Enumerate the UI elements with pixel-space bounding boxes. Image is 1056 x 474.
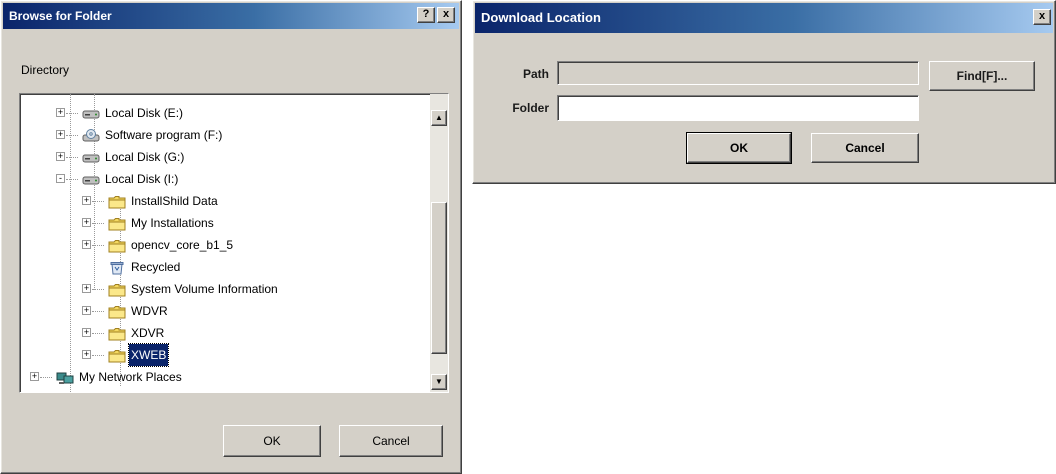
tree-connector [40, 377, 52, 378]
tree-connector [92, 223, 104, 224]
tree-connector [92, 289, 104, 290]
scrollbar-thumb[interactable] [431, 202, 447, 354]
tree-node-label: Software program (F:) [105, 128, 223, 142]
find-button[interactable]: Find[F]... [929, 61, 1035, 91]
download-close-button[interactable]: x [1033, 9, 1051, 25]
download-dialog-titlebar[interactable]: Download Location [475, 3, 1053, 33]
folder-icon [108, 282, 126, 297]
expand-icon[interactable]: + [56, 108, 65, 117]
browse-for-folder-dialog: Browse for Folder ? x Directory + Local D… [0, 0, 462, 474]
tree-node-label: WDVR [131, 304, 168, 318]
scroll-down-button[interactable]: ▼ [431, 374, 447, 390]
tree-node[interactable]: + System Volume Information [20, 278, 428, 300]
tree-node-label: Local Disk (I:) [105, 172, 179, 186]
cd-drive-icon [82, 128, 100, 142]
tree-node[interactable]: + Local Disk (E:) [20, 102, 428, 124]
expand-icon[interactable]: + [56, 130, 65, 139]
tree-node-label: XWEB [127, 343, 170, 367]
drive-icon [82, 150, 100, 164]
tree-node-label: XDVR [131, 326, 165, 340]
path-field[interactable] [557, 61, 919, 85]
folder-icon [108, 304, 126, 319]
expand-icon[interactable]: + [82, 196, 91, 205]
download-cancel-button[interactable]: Cancel [811, 133, 919, 163]
tree-node[interactable]: Recycled [20, 256, 428, 278]
tree-node[interactable]: + My Network Places [20, 366, 428, 388]
tree-scrollbar[interactable]: ▲ ▼ [430, 94, 448, 392]
drive-icon [82, 106, 100, 120]
collapse-icon[interactable]: - [56, 174, 65, 183]
tree-connector [92, 201, 104, 202]
tree-connector [66, 113, 78, 114]
folder-tree[interactable]: + Local Disk (E:) + Software program (F:) + L… [19, 93, 449, 393]
tree-node[interactable]: + XWEB [20, 343, 428, 367]
expand-icon[interactable]: + [82, 240, 91, 249]
tree-connector [66, 135, 78, 136]
folder-icon [108, 194, 126, 209]
folder-field[interactable] [557, 95, 919, 121]
tree-node-label: Local Disk (G:) [105, 150, 185, 164]
expand-icon[interactable]: + [82, 328, 91, 337]
expand-icon[interactable]: + [30, 372, 39, 381]
close-button[interactable]: x [437, 7, 455, 23]
folder-icon [108, 216, 126, 231]
tree-connector [66, 157, 78, 158]
help-button[interactable]: ? [417, 7, 435, 23]
download-dialog-title: Download Location [481, 10, 601, 25]
tree-node-label: Recycled [131, 260, 181, 274]
expand-icon[interactable]: + [82, 350, 91, 359]
tree-node[interactable]: + XDVR [20, 322, 428, 344]
tree-connector [92, 245, 104, 246]
tree-connector [92, 333, 104, 334]
tree-node-label: Local Disk (E:) [105, 106, 184, 120]
tree-connector [66, 179, 78, 180]
expand-icon[interactable]: + [56, 152, 65, 161]
path-label: Path [522, 67, 549, 81]
tree-connector [92, 311, 104, 312]
folder-icon [108, 238, 126, 253]
browse-cancel-button[interactable]: Cancel [339, 425, 443, 457]
tree-connector [92, 355, 104, 356]
browse-dialog-title: Browse for Folder [9, 9, 112, 23]
expand-icon[interactable]: + [82, 218, 91, 227]
folder-icon [108, 326, 126, 341]
tree-node-label: opencv_core_b1_5 [131, 238, 234, 252]
directory-label: Directory [21, 63, 70, 77]
download-ok-button[interactable]: OK [686, 132, 792, 164]
download-location-dialog: Download Location x Path Find[F]... Fold… [472, 0, 1056, 184]
drive-icon [82, 172, 100, 186]
tree-node[interactable]: + opencv_core_b1_5 [20, 234, 428, 256]
tree-node[interactable]: + InstallShild Data [20, 190, 428, 212]
tree-node-label: My Network Places [79, 370, 182, 384]
scroll-up-button[interactable]: ▲ [431, 110, 447, 126]
browse-dialog-titlebar[interactable]: Browse for Folder [3, 3, 459, 29]
tree-node[interactable]: + Software program (F:) [20, 124, 428, 146]
tree-node[interactable]: + WDVR [20, 300, 428, 322]
tree-node-label: System Volume Information [131, 282, 278, 296]
folder-label: Folder [512, 101, 549, 115]
tree-node[interactable]: + My Installations [20, 212, 428, 234]
browse-ok-button[interactable]: OK [223, 425, 321, 457]
tree-node-label: My Installations [131, 216, 214, 230]
expand-icon[interactable]: + [82, 284, 91, 293]
tree-node-label: InstallShild Data [131, 194, 218, 208]
expand-icon[interactable]: + [82, 306, 91, 315]
tree-node[interactable]: - Local Disk (I:) [20, 168, 428, 190]
tree-node[interactable]: + Local Disk (G:) [20, 146, 428, 168]
folder-icon [108, 348, 126, 363]
network-icon [56, 370, 74, 384]
recycle-bin-icon [108, 260, 126, 275]
